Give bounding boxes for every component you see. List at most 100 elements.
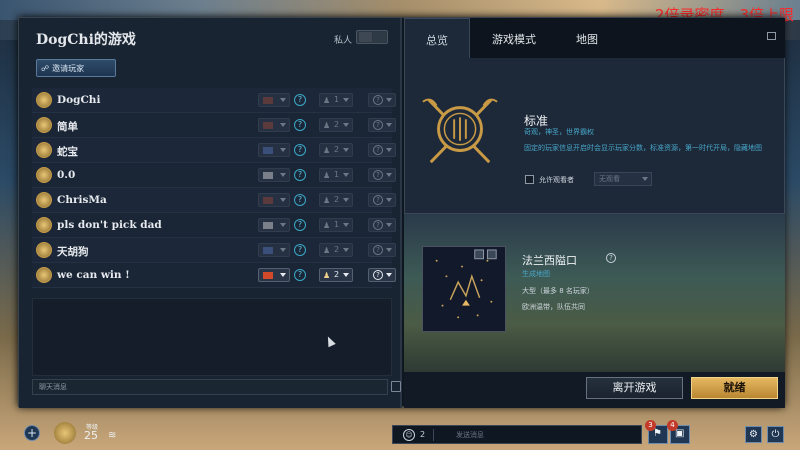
player-avatar[interactable]: [36, 267, 52, 283]
team-number: 2: [334, 195, 340, 204]
settings-button[interactable]: ⚙: [745, 426, 762, 443]
message-input[interactable]: 发送消息: [456, 430, 484, 440]
map-biome: 欧洲温带，队伍共同: [522, 303, 585, 311]
team-icon: ♟: [323, 221, 331, 230]
player-avatar[interactable]: [36, 92, 52, 108]
leave-game-button[interactable]: 离开游戏: [586, 377, 683, 399]
player-row[interactable]: pls don't pick dad? ♟ 1?: [32, 213, 396, 238]
player-avatar[interactable]: [36, 242, 52, 258]
handicap-dropdown[interactable]: ?: [368, 243, 396, 257]
tab-game-mode[interactable]: 游戏模式: [492, 31, 536, 47]
private-toggle[interactable]: [356, 30, 388, 44]
player-name: 蛇宝: [57, 146, 78, 158]
team-dropdown[interactable]: ♟ 2: [319, 118, 353, 132]
handicap-dropdown[interactable]: ?: [368, 168, 396, 182]
civ-flag-icon: [263, 197, 273, 204]
player-name: pls don't pick dad: [57, 219, 162, 231]
private-label: 私人: [334, 36, 353, 46]
civilization-dropdown[interactable]: [258, 193, 290, 207]
social-bar[interactable]: ☺ 2 发送消息: [392, 425, 642, 444]
civilization-dropdown[interactable]: [258, 243, 290, 257]
player-avatar[interactable]: [36, 167, 52, 183]
chevron-down-icon: [343, 123, 349, 127]
team-dropdown[interactable]: ♟ 2: [319, 268, 353, 282]
info-icon[interactable]: ?: [294, 269, 306, 281]
info-icon[interactable]: ?: [606, 253, 616, 263]
civilization-dropdown[interactable]: [258, 168, 290, 182]
chevron-down-icon: [386, 198, 392, 202]
quests-button[interactable]: 3 ⚑: [645, 420, 668, 444]
handicap-dropdown[interactable]: ?: [368, 93, 396, 107]
player-avatar[interactable]: [36, 142, 52, 158]
handicap-dropdown[interactable]: ?: [368, 193, 396, 207]
minimize-icon[interactable]: [767, 32, 776, 40]
ready-button[interactable]: 就绪: [691, 377, 778, 399]
friends-icon[interactable]: ☺: [403, 429, 415, 441]
spectator-dropdown[interactable]: 无观看: [594, 172, 652, 186]
team-dropdown[interactable]: ♟ 1: [319, 218, 353, 232]
map-title: 法兰西隘口: [522, 254, 577, 267]
info-icon[interactable]: ?: [294, 144, 306, 156]
map-size: 大型（最多 8 名玩家）: [522, 287, 594, 295]
info-icon[interactable]: ?: [294, 244, 306, 256]
add-friend-button[interactable]: +: [24, 425, 40, 441]
player-avatar[interactable]: [36, 217, 52, 233]
handicap-dropdown[interactable]: ?: [368, 118, 396, 132]
connection-icon: ≋: [108, 430, 117, 441]
overview-content: 标准 奇观，神圣，世界霸权 固定的玩家信息开启时会显示玩家分数，标准资源，第一时…: [404, 58, 785, 214]
handicap-dropdown[interactable]: ?: [368, 268, 396, 282]
player-row[interactable]: DogChi? ♟ 1?: [32, 88, 396, 113]
spectator-checkbox[interactable]: [525, 175, 534, 184]
team-icon: ♟: [323, 246, 331, 255]
tab-overview[interactable]: 总览: [404, 18, 470, 60]
civilization-dropdown[interactable]: [258, 143, 290, 157]
spectator-label: 允许观看者: [539, 176, 574, 184]
info-icon[interactable]: ?: [294, 194, 306, 206]
team-dropdown[interactable]: ♟ 1: [319, 168, 353, 182]
civ-flag-icon: [263, 172, 273, 179]
team-number: 1: [334, 220, 340, 229]
team-dropdown[interactable]: ♟ 2: [319, 143, 353, 157]
player-row[interactable]: 蛇宝? ♟ 2?: [32, 138, 396, 163]
team-dropdown[interactable]: ♟ 2: [319, 243, 353, 257]
player-name: we can win !: [57, 269, 130, 281]
player-row[interactable]: ChrisMa? ♟ 2?: [32, 188, 396, 213]
civ-flag-icon: [263, 122, 273, 129]
team-dropdown[interactable]: ♟ 2: [319, 193, 353, 207]
rewards-button[interactable]: 4 ▣: [667, 420, 690, 444]
civilization-dropdown[interactable]: [258, 268, 290, 282]
civ-flag-icon: [263, 222, 273, 229]
player-row[interactable]: 天胡狗? ♟ 2?: [32, 238, 396, 263]
player-avatar[interactable]: [36, 117, 52, 133]
civilization-dropdown[interactable]: [258, 218, 290, 232]
tab-map[interactable]: 地图: [576, 31, 598, 47]
team-icon: ♟: [323, 146, 331, 155]
toggle-off-half: [359, 32, 372, 42]
handicap-dropdown[interactable]: ?: [368, 143, 396, 157]
player-row[interactable]: we can win !? ♟ 2?: [32, 263, 396, 288]
chevron-down-icon: [343, 173, 349, 177]
chat-input[interactable]: 聊天消息: [32, 379, 388, 395]
team-number: 2: [334, 245, 340, 254]
team-number: 2: [334, 120, 340, 129]
player-row[interactable]: 0.0? ♟ 1?: [32, 163, 396, 188]
game-settings-panel: 总览 游戏模式 地图 标准 奇观，神圣，世界霸权 固定的玩家信息开启时会显示玩家…: [404, 18, 785, 408]
info-icon[interactable]: ?: [294, 219, 306, 231]
info-icon[interactable]: ?: [294, 169, 306, 181]
player-list: DogChi? ♟ 1? 简单? ♟ 2? 蛇宝? ♟ 2? 0.0? ♟ 1? ChrisMa? ♟ 2?…: [32, 88, 396, 288]
map-thumbnail: [422, 246, 506, 332]
chat-send-icon[interactable]: [391, 381, 401, 392]
civ-flag-icon: [263, 97, 273, 104]
team-dropdown[interactable]: ♟ 1: [319, 93, 353, 107]
handicap-dropdown[interactable]: ?: [368, 218, 396, 232]
divider: [433, 429, 434, 441]
info-icon[interactable]: ?: [294, 94, 306, 106]
player-row[interactable]: 简单? ♟ 2?: [32, 113, 396, 138]
power-button[interactable]: ⏻: [767, 426, 784, 443]
civilization-dropdown[interactable]: [258, 118, 290, 132]
question-icon: ?: [373, 145, 383, 155]
player-avatar[interactable]: [36, 192, 52, 208]
info-icon[interactable]: ?: [294, 119, 306, 131]
invite-players-button[interactable]: ☍ 邀请玩家: [36, 59, 116, 77]
civilization-dropdown[interactable]: [258, 93, 290, 107]
